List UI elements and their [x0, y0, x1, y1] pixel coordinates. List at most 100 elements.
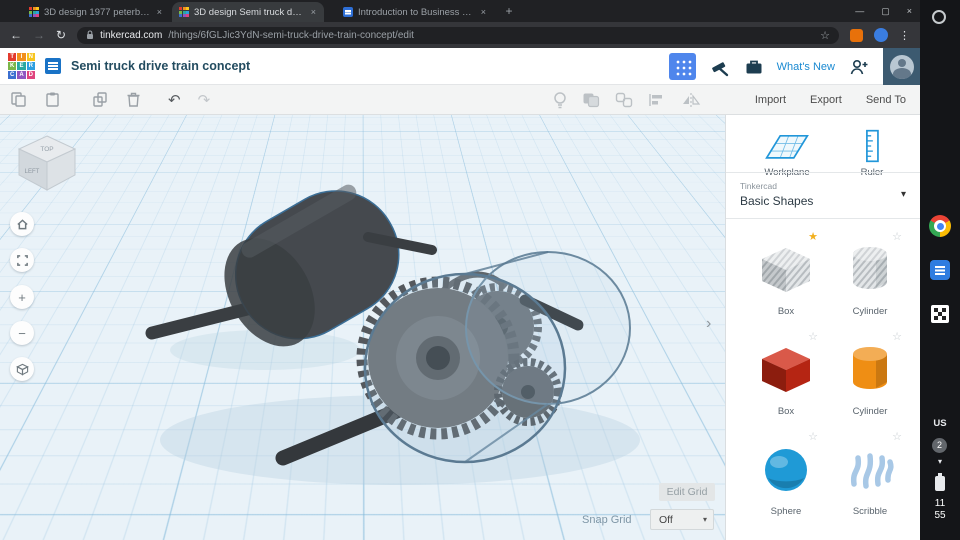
- tab-bar: 3D design 1977 peterbuilt 359 | × 3D des…: [0, 0, 920, 22]
- invite-person-icon[interactable]: [848, 57, 870, 77]
- briefcase-icon[interactable]: [744, 57, 764, 77]
- ruler-tool[interactable]: Ruler: [842, 129, 902, 178]
- sidebar-collapse-handle[interactable]: ›: [706, 315, 711, 333]
- edit-grid-button[interactable]: Edit Grid: [659, 483, 715, 501]
- shape-cylinder-hatched[interactable]: ☆ Cylinder: [834, 230, 906, 326]
- workspace: TOP LEFT + − Edit Grid Snap Grid Off ▾ ›…: [0, 115, 921, 540]
- profile-avatar[interactable]: [874, 28, 888, 42]
- group-icon[interactable]: [582, 92, 600, 108]
- tab-close-icon[interactable]: ×: [310, 7, 317, 17]
- ungroup-icon[interactable]: [615, 92, 633, 108]
- tab-close-icon[interactable]: ×: [156, 7, 163, 17]
- shape-box-hatched[interactable]: ★ Box: [750, 230, 822, 326]
- shape-label: Box: [777, 306, 795, 317]
- workplane-icon: [765, 134, 809, 159]
- tinkercad-favicon: [179, 7, 189, 17]
- arrange-tools: [553, 91, 701, 109]
- mirror-icon[interactable]: [681, 92, 701, 108]
- snap-grid-label: Snap Grid: [582, 514, 632, 526]
- cylinder-thumbnail: [853, 347, 887, 389]
- paste-icon[interactable]: [44, 91, 61, 108]
- design-properties-icon[interactable]: [45, 58, 61, 74]
- extension-icon[interactable]: [850, 28, 863, 42]
- tab-title: 3D design Semi truck drive train: [194, 6, 305, 18]
- tinkercad-favicon: [29, 7, 39, 17]
- drive-train-model[interactable]: [0, 115, 725, 540]
- undo-icon[interactable]: ↶: [168, 91, 181, 109]
- tray-chevron-icon[interactable]: ▾: [920, 457, 960, 466]
- workplane-tool[interactable]: Workplane: [752, 129, 822, 178]
- battery-icon[interactable]: [935, 473, 945, 491]
- redo-icon[interactable]: ↷: [198, 91, 211, 109]
- shape-label: Sphere: [770, 506, 802, 517]
- shape-label: Cylinder: [852, 306, 888, 317]
- url-domain: tinkercad.com: [100, 29, 163, 41]
- screen: 3D design 1977 peterbuilt 359 | × 3D des…: [0, 0, 960, 540]
- close-button[interactable]: ×: [907, 6, 912, 16]
- align-icon[interactable]: [648, 92, 666, 108]
- toolbox-icon[interactable]: [709, 56, 731, 78]
- tab-intro-business[interactable]: Introduction to Business & Tech ×: [336, 2, 494, 22]
- duplicate-icon[interactable]: [92, 91, 109, 108]
- toolbar-right: Import Export Send To: [553, 85, 920, 114]
- keyboard-layout-indicator[interactable]: US: [920, 418, 960, 429]
- box-thumbnail: [762, 348, 810, 392]
- cylinder-thumbnail: [853, 247, 887, 289]
- address-bar: ← → ↻ tinkercad.com/things/6fGLJic3YdN-s…: [0, 22, 920, 48]
- status-ring-icon[interactable]: [932, 10, 946, 24]
- lightbulb-icon[interactable]: [553, 91, 567, 109]
- docs-app-icon[interactable]: [930, 260, 950, 280]
- shape-scribble[interactable]: ☆ Scribble: [834, 430, 906, 526]
- qr-code-icon[interactable]: [931, 305, 949, 323]
- send-to-button[interactable]: Send To: [866, 94, 906, 106]
- apps-grid-button[interactable]: [668, 53, 696, 80]
- delete-icon[interactable]: [126, 91, 141, 108]
- import-button[interactable]: Import: [755, 94, 786, 106]
- maximize-button[interactable]: ▢: [881, 6, 890, 17]
- bookmark-star-icon[interactable]: ☆: [820, 29, 830, 42]
- shape-label: Cylinder: [852, 406, 888, 417]
- tinkercad-logo[interactable]: TIN KER CAD: [8, 52, 35, 80]
- new-tab-button[interactable]: +: [500, 3, 518, 21]
- minimize-button[interactable]: —: [855, 6, 864, 16]
- account-avatar[interactable]: [883, 48, 920, 85]
- avatar: [889, 54, 914, 79]
- box-thumbnail: [762, 248, 810, 292]
- tab-peterbuilt[interactable]: 3D design 1977 peterbuilt 359 | ×: [22, 2, 170, 22]
- window-controls: — ▢ ×: [855, 0, 912, 22]
- reload-icon[interactable]: ↻: [56, 29, 66, 41]
- snap-grid-dropdown[interactable]: Off ▾: [650, 509, 714, 530]
- whats-new-link[interactable]: What's New: [777, 61, 835, 73]
- shape-sphere[interactable]: ☆ Sphere: [750, 430, 822, 526]
- notification-badge[interactable]: 2: [932, 438, 947, 453]
- browser-menu-icon[interactable]: ⋮: [899, 29, 910, 42]
- edit-toolbar: ↶ ↷ Import Export Send To: [0, 85, 920, 115]
- dropdown-caret-icon: ▾: [702, 515, 707, 524]
- back-icon[interactable]: ←: [10, 29, 22, 41]
- copy-icon[interactable]: [10, 91, 27, 108]
- tab-close-icon[interactable]: ×: [480, 7, 487, 17]
- system-clock[interactable]: 11 55: [920, 498, 960, 522]
- course-favicon: [343, 7, 353, 17]
- sphere-thumbnail: [765, 449, 807, 491]
- forward-icon[interactable]: →: [33, 29, 45, 41]
- header-actions: What's New: [668, 48, 920, 85]
- viewport-3d[interactable]: TOP LEFT + − Edit Grid Snap Grid Off ▾ ›: [0, 115, 725, 540]
- divider: [726, 172, 921, 173]
- chrome-icon[interactable]: [929, 215, 951, 237]
- shape-box-red[interactable]: ☆ Box: [750, 330, 822, 426]
- divider: [726, 218, 921, 219]
- design-title[interactable]: Semi truck drive train concept: [71, 59, 250, 73]
- browser-window: 3D design 1977 peterbuilt 359 | × 3D des…: [0, 0, 921, 540]
- url-input[interactable]: tinkercad.com/things/6fGLJic3YdN-semi-tr…: [77, 26, 839, 44]
- shape-cylinder-orange[interactable]: ☆ Cylinder: [834, 330, 906, 426]
- tinkercad-header: TIN KER CAD Semi truck drive train conce…: [0, 48, 920, 85]
- snap-grid-value: Off: [659, 513, 673, 526]
- url-path: /things/6fGLJic3YdN-semi-truck-drive-tra…: [168, 29, 414, 41]
- tab-drive-train[interactable]: 3D design Semi truck drive train ×: [172, 2, 324, 22]
- shapes-sidebar: Workplane Ruler Tinkercad Basic Shapes ▾…: [725, 115, 921, 540]
- chevron-down-icon[interactable]: ▾: [901, 189, 906, 200]
- export-button[interactable]: Export: [810, 94, 842, 106]
- library-dropdown[interactable]: Basic Shapes: [740, 194, 813, 208]
- clipboard-tools: ↶ ↷: [0, 91, 210, 109]
